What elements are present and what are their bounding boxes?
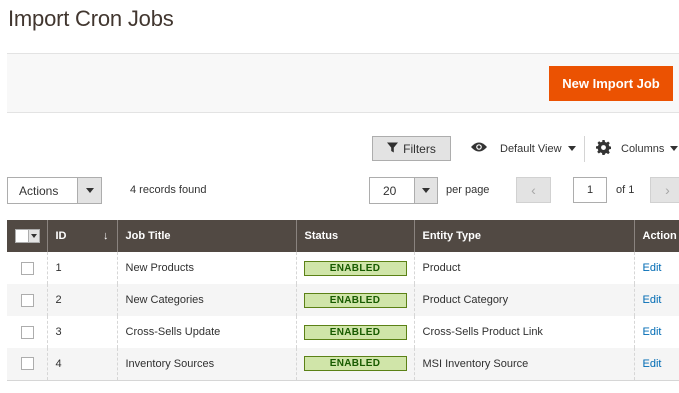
- import-jobs-grid: ID ↓ Job Title Status Entity Type Action …: [7, 220, 679, 381]
- cell-job-title: New Categories: [116, 284, 296, 316]
- column-header-status[interactable]: Status: [295, 220, 414, 252]
- cell-job-title: Cross-Sells Update: [116, 316, 296, 348]
- cell-id: 4: [46, 348, 117, 381]
- table-row: 4 Inventory Sources ENABLED MSI Inventor…: [7, 348, 679, 381]
- view-switcher[interactable]: Default View: [470, 136, 576, 161]
- cell-job-title: New Products: [116, 252, 296, 284]
- chevron-down-icon: [670, 146, 679, 151]
- records-count: 4 records found: [130, 184, 207, 196]
- per-page-label: per page: [446, 184, 490, 196]
- gear-icon: [596, 139, 612, 158]
- column-header-action: Action: [633, 220, 679, 252]
- cell-id: 2: [46, 284, 117, 316]
- grid-controls: Filters Default View Columns: [0, 136, 679, 162]
- column-header-id[interactable]: ID ↓: [46, 220, 117, 252]
- sort-arrow-icon: ↓: [103, 230, 109, 242]
- row-checkbox[interactable]: [21, 293, 34, 307]
- chevron-down-icon[interactable]: [414, 178, 437, 203]
- status-badge: ENABLED: [303, 324, 407, 340]
- mass-actions-dropdown[interactable]: Actions: [7, 177, 102, 204]
- funnel-icon: [387, 142, 399, 156]
- grid-toolbar: Actions 4 records found 20 per page ‹ of…: [0, 177, 679, 205]
- page-size-select[interactable]: 20: [369, 177, 438, 204]
- status-badge: ENABLED: [303, 356, 407, 372]
- table-row: 1 New Products ENABLED Product Edit: [7, 252, 679, 284]
- status-badge: ENABLED: [303, 292, 407, 308]
- cell-job-title: Inventory Sources: [116, 348, 296, 381]
- toolbar-divider: [584, 136, 585, 162]
- chevron-down-icon: [567, 146, 576, 151]
- filters-label: Filters: [403, 141, 436, 156]
- cell-entity-type: Cross-Sells Product Link: [413, 316, 634, 348]
- select-all-checkbox[interactable]: [15, 229, 40, 243]
- table-row: 2 New Categories ENABLED Product Categor…: [7, 284, 679, 316]
- cell-entity-type: Product Category: [413, 284, 634, 316]
- new-import-job-button[interactable]: New Import Job: [549, 66, 673, 101]
- current-page-input[interactable]: [573, 177, 607, 203]
- cell-entity-type: MSI Inventory Source: [413, 348, 634, 381]
- row-checkbox[interactable]: [21, 261, 34, 275]
- next-page-button[interactable]: ›: [650, 177, 679, 203]
- edit-link[interactable]: Edit: [643, 294, 662, 306]
- eye-icon: [470, 141, 488, 156]
- edit-link[interactable]: Edit: [643, 262, 662, 274]
- chevron-right-icon: ›: [665, 182, 670, 198]
- page-actions-bar: New Import Job: [7, 53, 679, 113]
- status-badge: ENABLED: [303, 260, 407, 276]
- row-checkbox[interactable]: [21, 357, 34, 371]
- mass-actions-label: Actions: [19, 183, 59, 198]
- select-all-header: [7, 220, 47, 252]
- edit-link[interactable]: Edit: [643, 326, 662, 338]
- cell-entity-type: Product: [413, 252, 634, 284]
- row-checkbox[interactable]: [21, 325, 34, 339]
- cell-id: 1: [46, 252, 117, 284]
- grid-header-row: ID ↓ Job Title Status Entity Type Action: [7, 220, 679, 252]
- previous-page-button[interactable]: ‹: [516, 177, 551, 203]
- column-header-job-title[interactable]: Job Title: [116, 220, 296, 252]
- filters-button[interactable]: Filters: [372, 136, 451, 161]
- cell-id: 3: [46, 316, 117, 348]
- total-pages-label: of 1: [616, 184, 635, 196]
- edit-link[interactable]: Edit: [643, 358, 662, 370]
- column-header-entity-type[interactable]: Entity Type: [413, 220, 634, 252]
- view-label: Default View: [500, 142, 562, 155]
- chevron-down-icon: [31, 234, 37, 238]
- table-row: 3 Cross-Sells Update ENABLED Cross-Sells…: [7, 316, 679, 348]
- columns-control[interactable]: Columns: [596, 136, 679, 161]
- page-size-value: 20: [383, 183, 397, 198]
- chevron-down-icon[interactable]: [77, 178, 101, 203]
- page-title: Import Cron Jobs: [8, 6, 174, 31]
- columns-label: Columns: [621, 142, 665, 155]
- chevron-left-icon: ‹: [531, 182, 536, 198]
